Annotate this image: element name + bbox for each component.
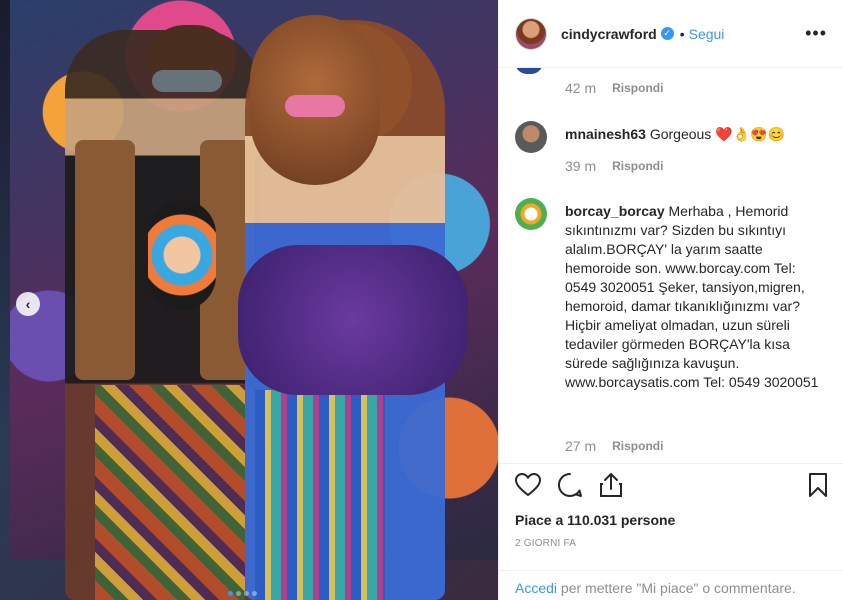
comment-avatar[interactable] — [515, 121, 547, 153]
comment-username[interactable]: borcay_borcay — [565, 203, 665, 219]
comment-username[interactable]: mnainesh63 — [565, 126, 646, 142]
comment-time: 39 m — [565, 158, 597, 174]
follow-button[interactable]: Segui — [689, 26, 725, 42]
comment-meta: 39 m Rispondi — [565, 158, 663, 174]
reply-button[interactable]: Rispondi — [612, 81, 663, 95]
post-photo[interactable]: ‹ — [0, 0, 498, 600]
carousel-dot — [244, 591, 249, 596]
sequin-dress — [255, 390, 385, 600]
carousel-dot — [228, 591, 233, 596]
comment-icon[interactable] — [557, 472, 583, 498]
fringe-vest-left — [75, 140, 135, 380]
reply-button[interactable]: Rispondi — [612, 159, 663, 173]
carousel-prev-button[interactable]: ‹ — [16, 292, 40, 316]
carousel-dot — [252, 591, 257, 596]
comment-text: borcay_borcay Merhaba , Hemorid sıkıntın… — [565, 198, 823, 392]
sunglasses-right — [285, 95, 345, 117]
post-username[interactable]: cindycrawford — [561, 26, 657, 42]
more-options-icon[interactable]: ••• — [805, 23, 827, 44]
carousel-dot — [236, 591, 241, 596]
post-side-panel: cindycrawford ✓ • Segui ••• 42 m Rispond… — [498, 0, 843, 600]
tshirt-print — [148, 200, 216, 310]
bookmark-icon[interactable] — [808, 472, 828, 498]
separator: • — [679, 25, 685, 42]
action-icons — [515, 464, 828, 506]
list-item: borcay_borcay Merhaba , Hemorid sıkıntın… — [515, 198, 828, 392]
patterned-pants — [95, 385, 245, 600]
share-icon[interactable] — [599, 472, 623, 498]
list-item: mnainesh63 Gorgeous ❤️👌😍😊 — [515, 121, 828, 153]
comment-time: 42 m — [565, 80, 597, 96]
comment-content: Gorgeous ❤️👌😍😊 — [649, 126, 785, 142]
post-date: 2 GIORNI FA — [515, 538, 577, 549]
comment-meta: 42 m Rispondi — [565, 80, 663, 96]
comment-avatar — [515, 68, 543, 74]
comment-avatar[interactable] — [515, 198, 547, 230]
login-link[interactable]: Accedi — [515, 580, 557, 596]
comment-text: mnainesh63 Gorgeous ❤️👌😍😊 — [565, 121, 785, 153]
comment-content: Merhaba , Hemorid sıkıntınızmı var? Sizd… — [565, 203, 819, 390]
carousel-dots — [228, 591, 257, 596]
post-actions: Piace a 110.031 persone 2 GIORNI FA — [499, 463, 843, 549]
likes-count[interactable]: Piace a 110.031 persone — [515, 512, 828, 528]
avatar[interactable] — [515, 17, 547, 50]
verified-badge-icon: ✓ — [660, 27, 674, 40]
heart-icon[interactable] — [515, 473, 541, 497]
sunglasses-left — [152, 70, 222, 92]
login-prompt-text: per mettere "Mi piace" o commentare. — [557, 580, 796, 596]
login-prompt: Accedi per mettere "Mi piace" o commenta… — [499, 570, 843, 600]
comments-list[interactable]: 42 m Rispondi mnainesh63 Gorgeous ❤️👌😍😊 … — [499, 68, 843, 463]
chevron-left-icon: ‹ — [25, 296, 31, 312]
purple-fur-stole — [238, 245, 468, 395]
comment-time: 27 m — [565, 438, 597, 454]
comment-meta: 27 m Rispondi — [565, 438, 663, 454]
post-header: cindycrawford ✓ • Segui ••• — [499, 0, 843, 68]
reply-button[interactable]: Rispondi — [612, 439, 663, 453]
